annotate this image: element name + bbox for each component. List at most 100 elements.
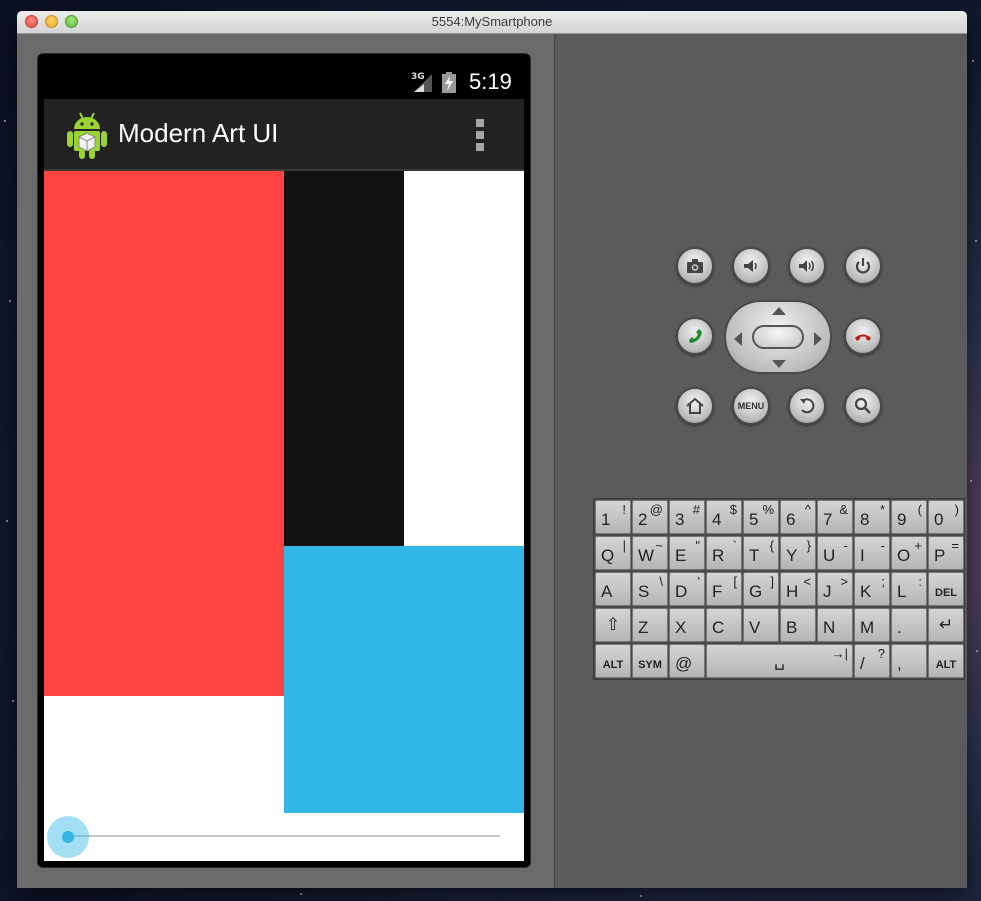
- key-n[interactable]: N: [817, 608, 853, 642]
- red-block: [44, 171, 284, 696]
- key-sym[interactable]: SYM: [632, 644, 668, 678]
- key-e[interactable]: E ": [669, 536, 705, 570]
- art-canvas: [44, 171, 524, 861]
- home-button[interactable]: [676, 387, 714, 425]
- key-label: D: [675, 582, 688, 601]
- key-5[interactable]: 5%: [743, 500, 779, 534]
- search-button[interactable]: [844, 387, 882, 425]
- key-alt[interactable]: ALT: [928, 644, 964, 678]
- key-2[interactable]: 2 @: [632, 500, 668, 534]
- key-6[interactable]: 6 ^: [780, 500, 816, 534]
- key-label: 7: [823, 510, 833, 529]
- status-bar: 3G 5:19: [44, 65, 524, 99]
- key-label: ,: [897, 654, 902, 673]
- dpad-up-icon[interactable]: [772, 307, 786, 315]
- key-f[interactable]: F[: [706, 572, 742, 606]
- key-label: .: [897, 618, 902, 637]
- key-↵[interactable]: ↵: [928, 608, 964, 642]
- key-label: E: [675, 546, 687, 565]
- key-y[interactable]: Y}: [780, 536, 816, 570]
- dpad[interactable]: [724, 300, 832, 374]
- key-.[interactable]: .: [891, 608, 927, 642]
- key-b[interactable]: B: [780, 608, 816, 642]
- dpad-center-button[interactable]: [752, 325, 804, 349]
- key-v[interactable]: V: [743, 608, 779, 642]
- key-⇧[interactable]: ⇧: [595, 608, 631, 642]
- key-sublabel: (: [917, 502, 922, 517]
- key-sublabel: >: [840, 574, 848, 589]
- key-label: 1: [601, 510, 611, 529]
- key-d[interactable]: D ': [669, 572, 705, 606]
- key-u[interactable]: U-: [817, 536, 853, 570]
- key-j[interactable]: J >: [817, 572, 853, 606]
- key-@[interactable]: @: [669, 644, 705, 678]
- key-s[interactable]: S \: [632, 572, 668, 606]
- key-p[interactable]: P =: [928, 536, 964, 570]
- call-button[interactable]: [676, 317, 714, 355]
- key-8[interactable]: 8 *: [854, 500, 890, 534]
- key-1[interactable]: 1!: [595, 500, 631, 534]
- key-z[interactable]: Z: [632, 608, 668, 642]
- controls-pane: MENU 1! 2 @3 #4 $5% 6 ^ 7 & 8 * 9(0) Q | W ~ E " R ` T{Y} U -…: [554, 34, 967, 888]
- key-label: F: [712, 582, 723, 601]
- seekbar-thumb[interactable]: [47, 816, 89, 858]
- back-button[interactable]: [788, 387, 826, 425]
- overflow-menu-icon[interactable]: [476, 119, 486, 151]
- key-4[interactable]: 4 $: [706, 500, 742, 534]
- key-label: X: [675, 618, 687, 637]
- dpad-left-icon[interactable]: [734, 332, 742, 346]
- key-sublabel: |: [622, 538, 626, 553]
- key-9[interactable]: 9(: [891, 500, 927, 534]
- key-label: S: [638, 582, 650, 601]
- key-k[interactable]: K;: [854, 572, 890, 606]
- power-button[interactable]: [844, 247, 882, 285]
- key-label: I: [860, 546, 865, 565]
- key-l[interactable]: L:: [891, 572, 927, 606]
- volume-up-button[interactable]: [788, 247, 826, 285]
- key-label: A: [601, 582, 613, 601]
- menu-button[interactable]: MENU: [732, 387, 770, 425]
- key-a[interactable]: A: [595, 572, 631, 606]
- key-3[interactable]: 3 #: [669, 500, 705, 534]
- dpad-down-icon[interactable]: [772, 360, 786, 368]
- key-label: Z: [638, 618, 649, 637]
- seekbar-track[interactable]: [68, 835, 500, 837]
- keyboard-row-qwerty: Q | W ~ E " R ` T{Y} U - I - O + P =: [595, 536, 965, 571]
- key-c[interactable]: C: [706, 608, 742, 642]
- key-w[interactable]: W ~: [632, 536, 668, 570]
- emulator-window: 5554:MySmartphone MENU 1 ! 2 @ 3 # 4 $ 5…: [17, 11, 967, 888]
- key-alt[interactable]: ALT: [595, 644, 631, 678]
- end-call-button[interactable]: [844, 317, 882, 355]
- key-label: V: [749, 618, 761, 637]
- key-t[interactable]: T{: [743, 536, 779, 570]
- key-/[interactable]: /?: [854, 644, 890, 678]
- key-sublabel: -: [843, 538, 848, 553]
- key-sublabel: :: [918, 574, 922, 589]
- camera-button[interactable]: [676, 247, 714, 285]
- key-g[interactable]: G]: [743, 572, 779, 606]
- key-label: ↵: [938, 615, 954, 634]
- key-r[interactable]: R `: [706, 536, 742, 570]
- key-sublabel: ^: [804, 502, 811, 517]
- key-sublabel: ;: [881, 574, 885, 589]
- android-app-icon: [67, 112, 107, 159]
- key-,[interactable]: ,: [891, 644, 927, 678]
- key-label: G: [749, 582, 763, 601]
- key-o[interactable]: O +: [891, 536, 927, 570]
- power-icon: [855, 258, 871, 274]
- key-del[interactable]: DEL: [928, 572, 964, 606]
- key-0[interactable]: 0): [928, 500, 964, 534]
- key-q[interactable]: Q |: [595, 536, 631, 570]
- key-h[interactable]: H <: [780, 572, 816, 606]
- clock: 5:19: [469, 69, 512, 94]
- key-m[interactable]: M: [854, 608, 890, 642]
- volume-down-button[interactable]: [732, 247, 770, 285]
- dpad-right-icon[interactable]: [814, 332, 822, 346]
- key-7[interactable]: 7 &: [817, 500, 853, 534]
- key-label: ALT: [602, 659, 624, 671]
- key-sublabel: +: [914, 538, 922, 553]
- key-space[interactable]: ␣ →|: [706, 644, 853, 678]
- key-label: C: [712, 618, 725, 637]
- key-x[interactable]: X: [669, 608, 705, 642]
- key-i[interactable]: I-: [854, 536, 890, 570]
